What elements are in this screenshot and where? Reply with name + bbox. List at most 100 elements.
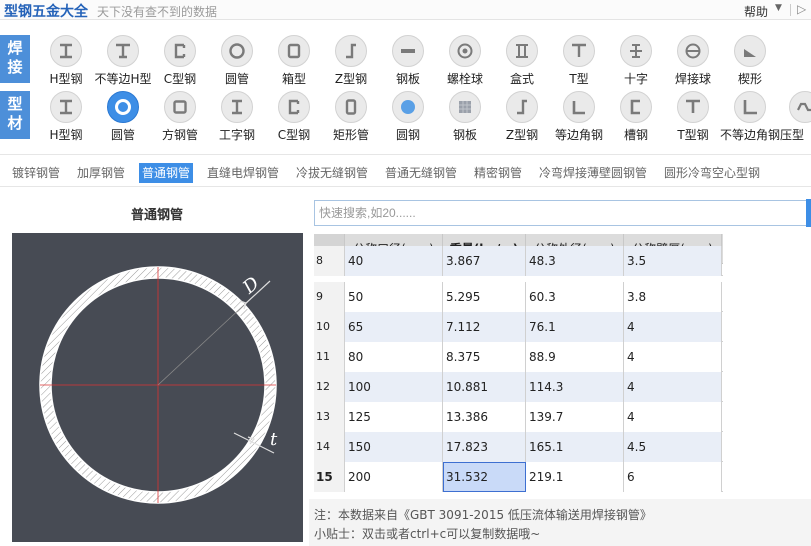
- tool-t-section-weld[interactable]: T型: [550, 35, 608, 95]
- cell-nominal-bore[interactable]: 65: [345, 312, 443, 342]
- wedge-icon: [734, 35, 766, 67]
- cell-weight[interactable]: 5.295: [443, 282, 526, 312]
- tool-t-section-profile[interactable]: T型钢: [664, 91, 722, 151]
- cell-wall-thickness[interactable]: 6: [624, 462, 722, 492]
- cell-nominal-bore[interactable]: 125: [345, 402, 443, 432]
- tool-steel-plate-weld[interactable]: 钢板: [379, 35, 437, 95]
- table-row[interactable]: 9 50 5.295 60.3 3.8: [314, 282, 723, 312]
- cell-wall-thickness[interactable]: 4: [624, 372, 722, 402]
- search-input[interactable]: [314, 200, 808, 226]
- row-number: 12: [314, 372, 345, 402]
- app-title: 型钢五金大全: [4, 4, 88, 20]
- tool-profiled-sheet-profile[interactable]: 压型: [778, 91, 811, 151]
- subtype-tabs: 镀锌钢管 加厚钢管 普通钢管 直缝电焊钢管 冷拔无缝钢管 普通无缝钢管 精密钢管…: [0, 160, 811, 184]
- cell-weight[interactable]: 3.867: [443, 246, 526, 276]
- table-row[interactable]: 13 125 13.386 139.7 4: [314, 402, 723, 432]
- cell-wall-thickness[interactable]: 4: [624, 342, 722, 372]
- tool-c-channel-weld[interactable]: C型钢: [151, 35, 209, 95]
- steel-plate-icon: [449, 91, 481, 123]
- tool-channel-profile[interactable]: 槽钢: [607, 91, 665, 151]
- tool-round-bar-profile[interactable]: 圆钢: [379, 91, 437, 151]
- subtab-ordinary-pipe[interactable]: 普通钢管: [139, 163, 194, 183]
- table-row[interactable]: 14 150 17.823 165.1 4.5: [314, 432, 723, 462]
- cell-wall-thickness[interactable]: 4: [624, 402, 722, 432]
- cell-outer-diameter[interactable]: 139.7: [526, 402, 624, 432]
- tool-unequal-angle-profile[interactable]: 不等边角钢: [720, 91, 780, 151]
- cell-outer-diameter[interactable]: 165.1: [526, 432, 624, 462]
- cell-outer-diameter[interactable]: 76.1: [526, 312, 624, 342]
- cell-outer-diameter[interactable]: 48.3: [526, 246, 624, 276]
- tool-equal-angle-profile[interactable]: 等边角钢: [550, 91, 608, 151]
- tool-steel-plate-profile[interactable]: 钢板: [436, 91, 494, 151]
- cell-weight[interactable]: 13.386: [443, 402, 526, 432]
- h-beam-icon: [50, 91, 82, 123]
- category-char: 焊: [7, 39, 23, 57]
- cell-weight-selected[interactable]: 31.532: [443, 462, 526, 492]
- help-menu[interactable]: 帮助: [744, 3, 768, 20]
- collapse-icon[interactable]: ▷: [797, 2, 806, 16]
- search-edge: [806, 199, 811, 227]
- tool-box-section-weld[interactable]: 箱型: [265, 35, 323, 95]
- tool-box-type-weld[interactable]: 盒式: [493, 35, 551, 95]
- tool-bolt-ball-weld[interactable]: 螺栓球: [436, 35, 494, 95]
- table-row[interactable]: 8 40 3.867 48.3 3.5: [314, 246, 723, 276]
- row-number: 15: [314, 462, 345, 492]
- cell-weight[interactable]: 17.823: [443, 432, 526, 462]
- tool-round-tube-weld[interactable]: 圆管: [208, 35, 266, 95]
- cell-outer-diameter[interactable]: 114.3: [526, 372, 624, 402]
- subtab-thickened-pipe[interactable]: 加厚钢管: [77, 163, 125, 183]
- cell-outer-diameter[interactable]: 88.9: [526, 342, 624, 372]
- source-note: 注：本数据来自《GBT 3091-2015 低压流体输送用焊接钢管》: [314, 508, 652, 522]
- cell-wall-thickness[interactable]: 3.5: [624, 246, 722, 276]
- cell-nominal-bore[interactable]: 100: [345, 372, 443, 402]
- tool-z-section-profile[interactable]: Z型钢: [493, 91, 551, 151]
- subtab-precision-pipe[interactable]: 精密钢管: [474, 163, 522, 183]
- steel-plate-icon: [392, 35, 424, 67]
- category-char: 接: [7, 58, 23, 76]
- tool-unequal-h-weld[interactable]: 不等边H型: [94, 35, 152, 95]
- app-window: 型钢五金大全 天下没有查不到的数据 帮助 ▼ ▷ 焊 接 型 材 H型钢 不等边…: [0, 0, 811, 546]
- cell-outer-diameter[interactable]: 60.3: [526, 282, 624, 312]
- t-section-icon: [677, 91, 709, 123]
- tool-h-beam-weld[interactable]: H型钢: [37, 35, 95, 95]
- box-type-icon: [506, 35, 538, 67]
- cross-section-icon: [620, 35, 652, 67]
- cell-weight[interactable]: 8.375: [443, 342, 526, 372]
- cell-nominal-bore[interactable]: 50: [345, 282, 443, 312]
- subtab-cold-bent-thin-wall[interactable]: 冷弯焊接薄壁圆钢管: [539, 163, 647, 183]
- cell-nominal-bore[interactable]: 200: [345, 462, 443, 492]
- c-channel-icon: [164, 35, 196, 67]
- cell-weight[interactable]: 7.112: [443, 312, 526, 342]
- cell-wall-thickness[interactable]: 4: [624, 312, 722, 342]
- tool-h-beam-profile[interactable]: H型钢: [37, 91, 95, 151]
- table-row[interactable]: 11 80 8.375 88.9 4: [314, 342, 723, 372]
- cell-nominal-bore[interactable]: 80: [345, 342, 443, 372]
- tool-z-section-weld[interactable]: Z型钢: [322, 35, 380, 95]
- subtab-cold-drawn-seamless[interactable]: 冷拔无缝钢管: [296, 163, 368, 183]
- subtab-galvanized-pipe[interactable]: 镀锌钢管: [12, 163, 60, 183]
- tool-wedge-weld[interactable]: 楔形: [721, 35, 779, 95]
- chevron-down-icon[interactable]: ▼: [775, 3, 782, 13]
- table-row[interactable]: 15 200 31.532 219.1 6: [314, 462, 723, 492]
- cell-wall-thickness[interactable]: 4.5: [624, 432, 722, 462]
- tool-i-beam-profile[interactable]: 工字钢: [208, 91, 266, 151]
- round-bar-icon: [392, 91, 424, 123]
- subtab-ordinary-seamless[interactable]: 普通无缝钢管: [385, 163, 457, 183]
- cell-nominal-bore[interactable]: 40: [345, 246, 443, 276]
- tool-weld-ball-weld[interactable]: 焊接球: [664, 35, 722, 95]
- subtab-round-hollow-section[interactable]: 圆形冷弯空心型钢: [664, 163, 760, 183]
- tool-c-channel-profile[interactable]: C型钢: [265, 91, 323, 151]
- tool-rect-tube-profile[interactable]: 矩形管: [322, 91, 380, 151]
- tool-round-tube-profile[interactable]: 圆管: [94, 91, 152, 151]
- tool-square-tube-profile[interactable]: 方钢管: [151, 91, 209, 151]
- tool-label: 压型: [780, 128, 805, 142]
- subtab-straight-seam-pipe[interactable]: 直缝电焊钢管: [207, 163, 279, 183]
- cell-weight[interactable]: 10.881: [443, 372, 526, 402]
- cell-outer-diameter[interactable]: 219.1: [526, 462, 624, 492]
- cell-wall-thickness[interactable]: 3.8: [624, 282, 722, 312]
- tool-cross-section-weld[interactable]: 十字: [607, 35, 665, 95]
- table-row[interactable]: 10 65 7.112 76.1 4: [314, 312, 723, 342]
- cell-nominal-bore[interactable]: 150: [345, 432, 443, 462]
- table-row[interactable]: 12 100 10.881 114.3 4: [314, 372, 723, 402]
- round-tube-icon: [221, 35, 253, 67]
